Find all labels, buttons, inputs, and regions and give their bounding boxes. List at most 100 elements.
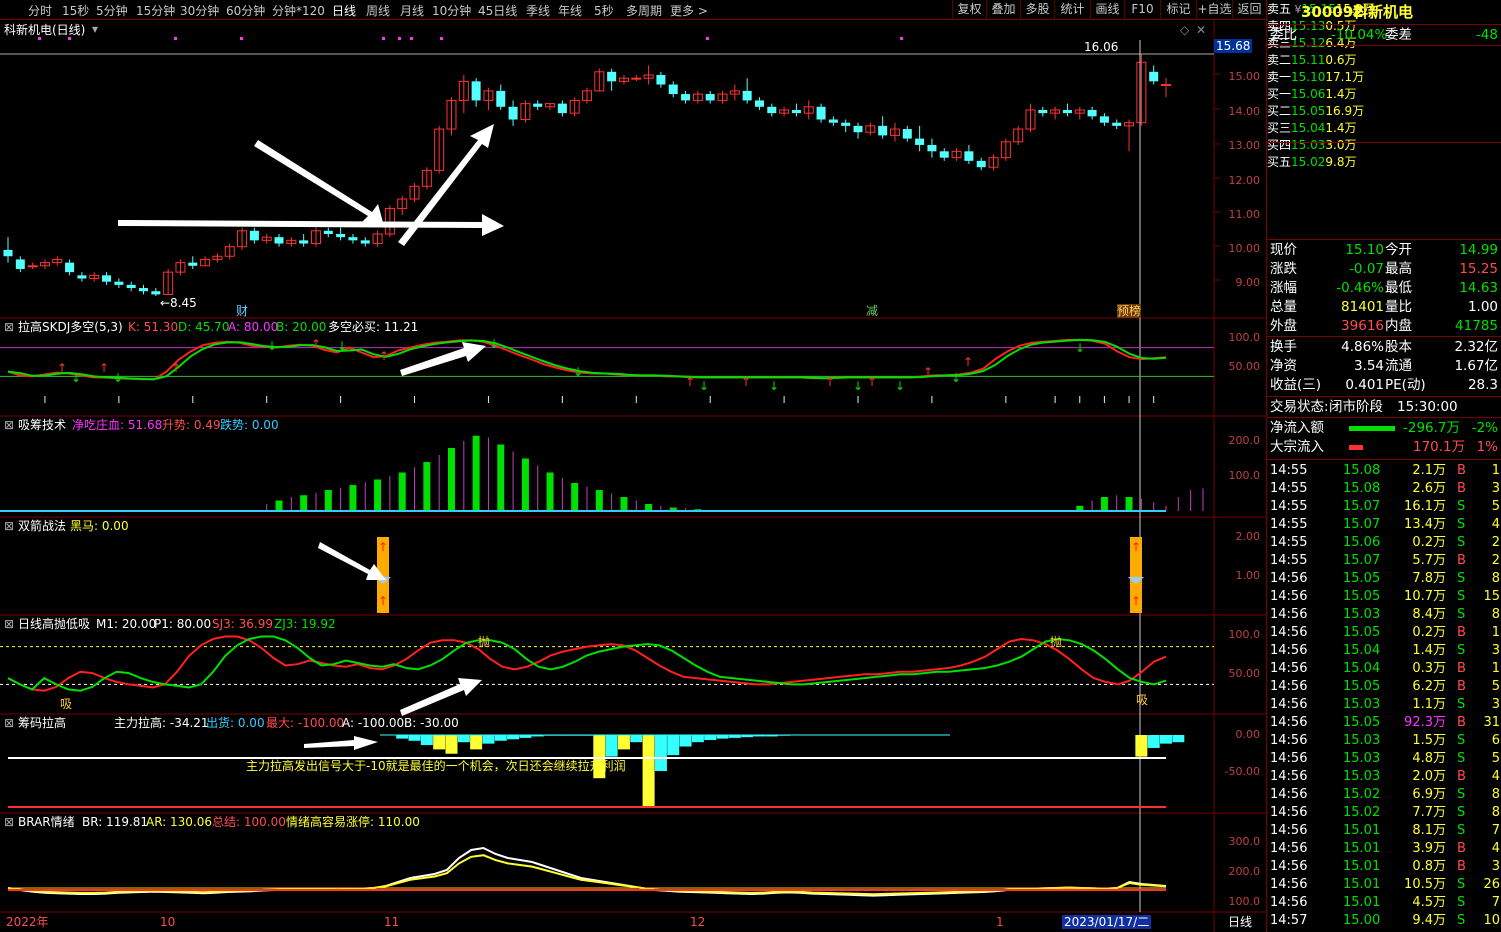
period-tab[interactable]: 月线 <box>400 2 424 19</box>
up-arrow: ↑ <box>171 361 181 375</box>
period-tab[interactable]: 15分钟 <box>136 2 175 19</box>
pao-mark: 抛 <box>478 635 491 649</box>
stat-row: 净资 3.54 流通 1.67亿 <box>1270 358 1498 374</box>
candle-body <box>1149 71 1159 82</box>
panel-menu-icon[interactable]: ⊠ <box>4 815 14 829</box>
chouma-bar <box>716 735 729 739</box>
cursor-date: 2023/01/17/二 <box>1062 915 1152 929</box>
signal-up-arrow: ↑ <box>1131 594 1141 608</box>
toolbar-button[interactable]: 复权 <box>952 0 986 20</box>
period-tab[interactable]: 更多 > <box>670 2 708 19</box>
tick-row: 14:56 15.05 10.7万 S 15 <box>1270 589 1500 604</box>
stock-header: 300092 科新机电 <box>1301 3 1414 21</box>
chart-area[interactable]: ↑ ↑ ↑ ↑ ↑ ↑ ↑ ↑ ↑ ↑ ↑ ↓ ↓ ↓ ↓ ↓ ↓ ↓ ↓ ↓ ↓ ↓ ↓ ↑ ↑ ↑ ↑ 科新机电(日线) ▾ ◇… <box>0 20 1266 932</box>
chouma-ch: 出货: 0.00 <box>206 716 265 730</box>
period-tab[interactable]: 5分钟 <box>96 2 128 19</box>
candle-body <box>631 77 642 80</box>
tick-row: 14:55 15.07 5.7万 B 2 <box>1270 553 1500 568</box>
tick-row: 14:56 15.05 6.2万 B 5 <box>1270 679 1500 694</box>
event-dot <box>410 37 413 40</box>
chart-canvas[interactable]: ↑ ↑ ↑↑↑↑ ↑ ↑ ↑↑↑↓ ↓↓ ↓ ↓↓↓ ↓ ↓ ↓↓↓↑↑↑↑ <box>0 20 1266 932</box>
xichou-bar <box>447 448 455 511</box>
tick-row: 14:56 15.01 10.5万 S 26 <box>1270 877 1500 892</box>
candle-body <box>1099 116 1109 123</box>
period-tab[interactable]: 45日线 <box>478 2 517 19</box>
tick-row: 14:56 15.01 0.8万 B 3 <box>1270 859 1500 874</box>
tick-row: 14:56 15.03 2.0万 B 4 <box>1270 769 1500 784</box>
event-dot <box>240 37 243 40</box>
candle-body <box>1087 109 1097 117</box>
gaopao-tick: 50.00 <box>1228 667 1261 680</box>
period-tab[interactable]: 10分钟 <box>432 2 471 19</box>
candle-body <box>607 71 617 82</box>
period-tab[interactable]: 季线 <box>526 2 550 19</box>
xichou-bar <box>620 497 628 511</box>
toolbar-button[interactable]: F10 <box>1124 0 1160 20</box>
candle-body <box>816 106 826 120</box>
close-icon[interactable]: ✕ <box>1196 23 1206 37</box>
skdj-title: 拉高SKDJ多空(5,3) <box>18 320 123 334</box>
tick-row: 14:56 15.03 1.5万 S 6 <box>1270 733 1500 748</box>
toolbar-button[interactable]: 画线 <box>1090 0 1124 20</box>
panel-menu-icon[interactable]: ⊠ <box>4 320 14 334</box>
period-tab[interactable]: 日线 <box>332 2 356 19</box>
chouma-zd: 最大: -100.00 <box>266 716 345 730</box>
toolbar-button[interactable]: 叠加 <box>986 0 1020 20</box>
chouma-bar <box>482 735 495 744</box>
marker-yubang[interactable]: 预榜 <box>1117 304 1142 318</box>
chouma-bar <box>691 735 704 743</box>
ask-row: 卖一15.1017.1万 <box>1267 70 1365 84</box>
stat-row: 总量 81401 量比 1.00 <box>1270 299 1498 315</box>
candle-body <box>767 106 777 114</box>
candle-body <box>27 265 38 268</box>
event-dot <box>38 37 41 40</box>
panel-menu-icon[interactable]: ⊠ <box>4 716 14 730</box>
period-tab[interactable]: 5秒 <box>594 2 614 19</box>
brar-br: BR: 119.81 <box>82 815 149 829</box>
chouma-bar <box>408 735 421 741</box>
panel-menu-icon[interactable]: ⊠ <box>4 519 14 533</box>
arrow-annotation <box>318 542 386 580</box>
bid-row: 买一15.061.4万 <box>1267 87 1357 101</box>
period-tab[interactable]: 15秒 <box>62 2 89 19</box>
toolbar-button[interactable]: 标记 <box>1160 0 1196 20</box>
toolbar-button[interactable]: 多股 <box>1020 0 1054 20</box>
signal-up-arrow: ↑ <box>1131 540 1141 554</box>
marker-cai[interactable]: 财 <box>236 304 248 318</box>
toolbar-button[interactable]: +自选 <box>1196 0 1232 20</box>
xichou-tick: 200.0 <box>1228 434 1261 447</box>
period-tab[interactable]: 60分钟 <box>226 2 265 19</box>
chouma-bar <box>704 735 717 741</box>
panel-menu-icon[interactable]: ⊠ <box>4 617 14 631</box>
chouma-bar <box>420 735 433 746</box>
period-tab[interactable]: 年线 <box>558 2 582 19</box>
period-label[interactable]: 日线 <box>1228 915 1252 929</box>
candle-body <box>853 125 863 133</box>
toolbar-button[interactable]: 返回 <box>1232 0 1266 20</box>
xichou-bar <box>472 435 480 511</box>
period-tab[interactable]: 多周期 <box>626 2 662 19</box>
chouma-bar <box>433 735 446 750</box>
toolbar-button[interactable]: 统计 <box>1054 0 1090 20</box>
period-tab[interactable]: 分钟*120 <box>272 2 325 19</box>
xichou-bar <box>398 472 406 511</box>
panel-menu-icon[interactable]: ⊠ <box>4 418 14 432</box>
arrow-annotation <box>254 140 384 226</box>
candle-body <box>114 281 124 285</box>
tick-row: 14:56 15.01 8.1万 S 7 <box>1270 823 1500 838</box>
period-tab[interactable]: 分时 <box>28 2 52 19</box>
period-tab[interactable]: 30分钟 <box>180 2 219 19</box>
up-arrow: ↑ <box>99 361 109 375</box>
period-tab[interactable]: 周线 <box>366 2 390 19</box>
candle-body <box>508 106 518 120</box>
candle-body <box>3 249 13 257</box>
quote-sidebar: 300092 科新机电 委比 -10.04% 委差 -48 卖五 ¥15.1515.3万 卖四… <box>1266 0 1501 932</box>
down-arrow: ↓ <box>895 379 905 393</box>
chart-menu-icon[interactable]: ▾ <box>92 22 98 36</box>
marker-jian[interactable]: 减 <box>866 304 878 318</box>
stock-app: 分时 15秒 5分钟 15分钟 30分钟 60分钟 分钟*120 日线 周线 月线 10分钟 45日线… <box>0 0 1501 932</box>
divider <box>1267 417 1501 418</box>
gaopao-green-line <box>7 635 1167 692</box>
diamond-icon[interactable]: ◇ <box>1180 23 1189 37</box>
pao-mark: 抛 <box>1050 635 1063 649</box>
